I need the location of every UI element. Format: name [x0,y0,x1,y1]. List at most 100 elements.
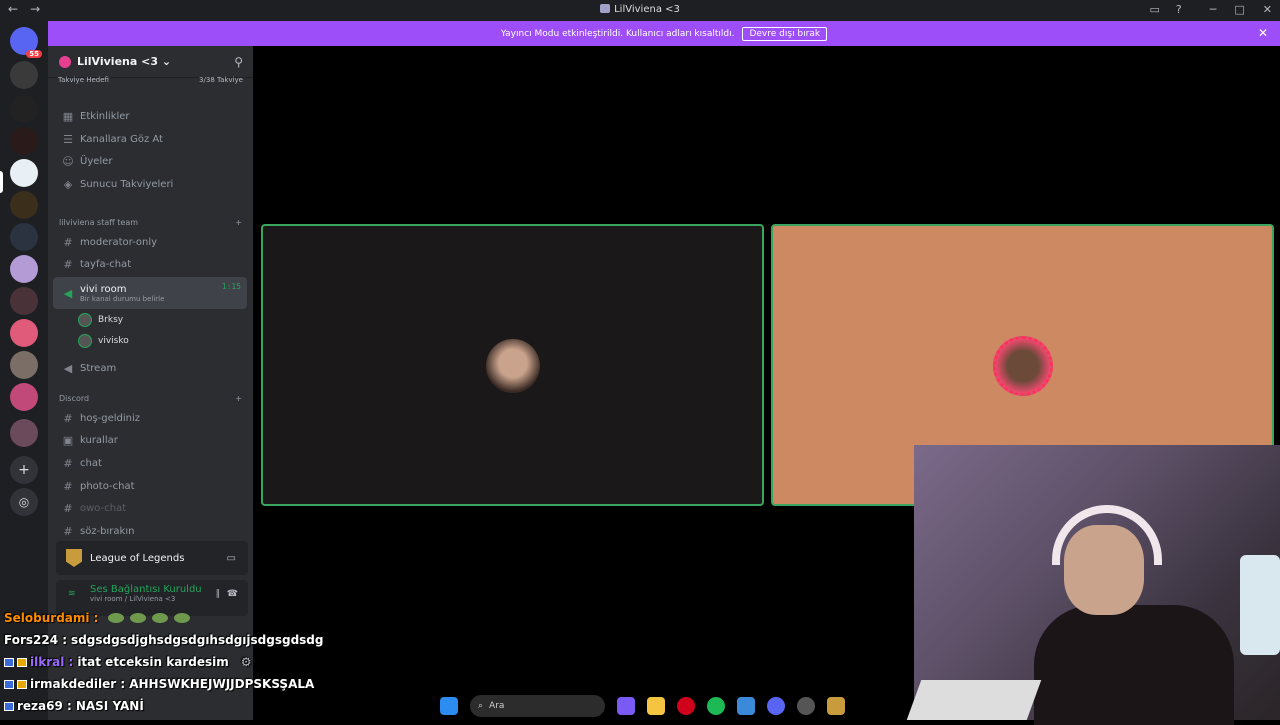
close-icon[interactable]: ✕ [1263,3,1272,16]
chat-line: Fors224 : sdgsdgsdjghsdgsdgıhsdgıjsdgsgds… [4,633,324,647]
title-controls: ▭ ? ─ □ ✕ [1150,3,1273,16]
members-icon: ☺ [62,154,74,168]
badge-icon [17,657,27,667]
server-badge-icon [59,55,71,68]
avatar [78,313,92,327]
video-tile-brksy[interactable] [261,224,764,506]
steam-icon[interactable] [797,697,815,715]
category-discord[interactable]: Discord + [59,394,242,403]
sidebar-item-browse[interactable]: ☰ Kanallara Göz At [53,128,247,150]
voice-channel-stream[interactable]: ◀ Stream [53,357,247,379]
emote-icon [152,613,169,623]
category-staff[interactable]: lilviviena staff team + [59,218,242,227]
channel-chat[interactable]: # chat [53,452,247,474]
channel-moderator-only[interactable]: # moderator-only [53,231,247,253]
banner-text: Yayıncı Modu etkinleştirildi. Kullanıcı … [500,28,735,39]
inbox-icon[interactable]: ▭ [1150,3,1160,16]
selected-pill [0,171,3,193]
channel-soz-birakin[interactable]: # söz-bırakın [53,520,247,542]
keyboard [906,680,1042,720]
hash-icon: # [63,411,73,425]
server-icon-lilviviena[interactable] [10,159,38,187]
server-icon[interactable] [10,419,38,447]
channel-status[interactable]: Bir kanal durumu belirle [80,295,164,303]
hash-icon: # [63,456,73,470]
server-icon[interactable] [10,383,38,411]
windows-start-icon[interactable] [440,697,458,715]
add-server-icon[interactable]: + [10,456,38,484]
server-icon[interactable] [10,255,38,283]
help-icon[interactable]: ? [1176,3,1182,16]
badge-icon [17,679,27,689]
discord-icon[interactable] [767,697,785,715]
add-channel-icon[interactable]: + [235,218,242,227]
server-icon[interactable] [10,319,38,347]
disconnect-icon[interactable]: ☎ [227,589,238,599]
voice-timer: 1:15 [221,282,241,291]
server-header[interactable]: LilViviena <3 ⌄ ⚲ [48,46,253,78]
direct-messages-icon[interactable]: 55 [10,27,42,58]
signal-icon[interactable]: ≋ [68,589,76,599]
server-icon[interactable] [10,61,38,89]
server-icon[interactable] [10,95,38,123]
streamer-mode-banner: Yayıncı Modu etkinleştirildi. Kullanıcı … [48,21,1280,46]
search-icon: ⌕ [478,701,484,711]
voice-user[interactable]: vivisko [78,334,129,348]
copilot-icon[interactable] [617,697,635,715]
league-of-legends-icon [66,549,82,567]
channel-hos-geldiniz[interactable]: # hoş-geldiniz [53,407,247,429]
server-icon[interactable] [10,351,38,379]
opera-icon[interactable] [677,697,695,715]
boost-progress[interactable]: Takviye Hedefi 3/38 Takviye [58,76,243,84]
chat-line: ilkral : itat etceksin kardesim ⚙ [4,655,252,669]
app-icon[interactable] [737,697,755,715]
settings-gear-icon[interactable]: ⚙ [241,655,252,669]
channel-photo-chat[interactable]: # photo-chat [53,475,247,497]
hash-icon: # [63,501,73,515]
minimize-icon[interactable]: ─ [1210,3,1217,16]
badge-icon [4,657,14,667]
browse-icon: ☰ [63,132,73,146]
avatar [78,334,92,348]
disable-streamer-mode-button[interactable]: Devre dışı bırak [742,26,828,41]
voice-channel-vivi-room[interactable]: ◀ vivi room Bir kanal durumu belirle 1:1… [53,277,247,309]
windows-taskbar: ⌕ Ara [420,692,860,720]
sidebar-item-members[interactable]: ☺ Üyeler [53,150,247,172]
badge-icon [4,701,14,711]
screen-share-icon[interactable]: ▭ [227,553,236,564]
server-icon[interactable] [10,191,38,219]
sidebar-item-boosts[interactable]: ◈ Sunucu Takviyeleri [53,173,247,195]
add-channel-icon[interactable]: + [235,394,242,403]
webcam-overlay [906,445,1280,725]
server-icon[interactable] [10,127,38,155]
chat-line: irmakdediler : AHHSWKHEJWJJDPSKSŞALA [4,677,314,691]
invite-icon[interactable]: ⚲ [234,55,243,69]
window-title: LilViviena <3 [0,4,1280,15]
maximize-icon[interactable]: □ [1234,3,1244,16]
discover-icon[interactable]: ◎ [10,488,38,516]
soundboard-icon[interactable]: ∥ [216,589,221,599]
channel-tayfa-chat[interactable]: # tayfa-chat [53,253,247,275]
channel-kurallar[interactable]: ▣ kurallar [53,429,247,451]
chat-line: Seloburdami : [4,611,191,625]
voice-user[interactable]: Brksy [78,313,123,327]
server-icon[interactable] [10,287,38,315]
taskbar-search[interactable]: ⌕ Ara [470,695,605,717]
chevron-down-icon: ⌄ [161,55,172,68]
emote-icon [130,613,147,623]
calendar-icon: ▦ [62,109,74,123]
spotify-icon[interactable] [707,697,725,715]
hash-icon: # [63,524,73,538]
headphones [1052,505,1162,565]
close-banner-icon[interactable]: ✕ [1258,26,1268,40]
sidebar-item-events[interactable]: ▦ Etkinlikler [53,105,247,127]
speaker-icon: ◀ [63,286,73,300]
activity-panel[interactable]: League of Legends ▭ [56,541,248,575]
channel-owo-chat[interactable]: # owo-chat [53,497,247,519]
league-client-icon[interactable] [827,697,845,715]
hash-icon: # [63,235,73,249]
server-icon[interactable] [10,223,38,251]
emote-icon [108,613,125,623]
chat-line: reza69 : NASI YANİ [4,699,144,713]
file-explorer-icon[interactable] [647,697,665,715]
